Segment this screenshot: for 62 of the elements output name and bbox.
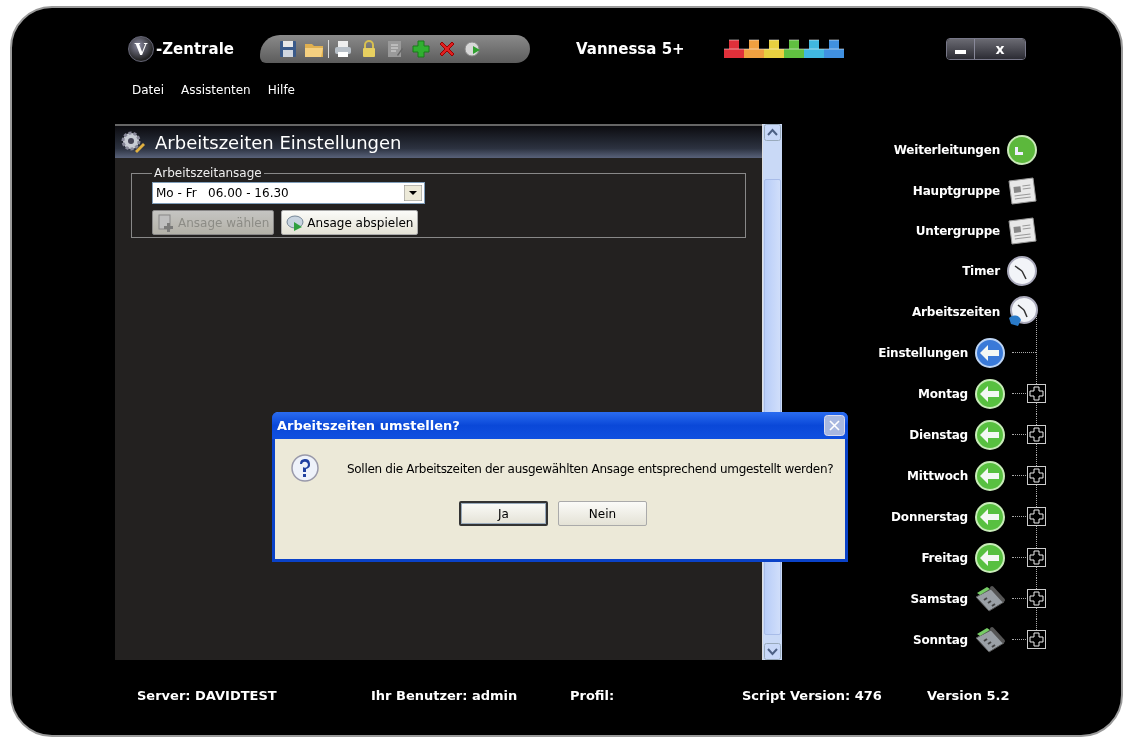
scroll-up-icon[interactable] [764, 124, 781, 141]
expand-plus-icon[interactable] [1027, 548, 1046, 568]
scroll-down-icon[interactable] [764, 643, 781, 660]
arrow-left-icon[interactable] [974, 459, 1006, 492]
question-icon [289, 453, 321, 485]
expand-plus-icon[interactable] [1027, 425, 1046, 445]
status-text: Ihr Benutzer: admin [371, 688, 519, 703]
notepad-icon[interactable] [385, 39, 405, 59]
expand-plus-icon[interactable] [1027, 507, 1046, 527]
nav-item[interactable]: Hauptgruppe [912, 183, 1000, 198]
logo-badge: V [128, 36, 154, 62]
nav-item[interactable]: Arbeitszeiten [912, 304, 1000, 319]
expand-plus-icon[interactable] [1027, 466, 1046, 486]
menu-item[interactable]: Hilfe [267, 83, 295, 97]
newspaper-icon[interactable] [1006, 174, 1038, 207]
newspaper-icon[interactable] [1006, 215, 1038, 247]
status-text: Version 5.2 [927, 688, 1010, 703]
menu-item[interactable]: Datei [132, 83, 164, 97]
arrow-left-icon[interactable] [974, 336, 1006, 369]
close-icon[interactable] [824, 415, 845, 436]
nav-item[interactable]: Montag [918, 386, 968, 401]
app-title: -Zentrale [156, 40, 235, 58]
nav-item[interactable]: Sonntag [913, 632, 968, 647]
nav-item[interactable]: Dienstag [909, 427, 968, 442]
status-text: Script Version: 476 [742, 688, 883, 703]
expand-plus-icon[interactable] [1027, 384, 1046, 404]
arrow-left-icon[interactable] [974, 377, 1006, 410]
expand-plus-icon[interactable] [1027, 630, 1046, 650]
gear-icon [119, 129, 145, 155]
clock-icon[interactable] [1006, 255, 1038, 288]
panel-title: Arbeitszeiten Einstellungen [155, 131, 402, 153]
nav-item[interactable]: Weiterleitungen [893, 143, 1000, 158]
expand-plus-icon[interactable] [1027, 589, 1046, 609]
clock-icon[interactable] [1006, 295, 1038, 328]
arrow-left-icon[interactable] [974, 500, 1006, 533]
nav-item[interactable]: Mittwoch [907, 468, 968, 483]
dialog-title: Arbeitszeiten umstellen? [277, 418, 460, 433]
nav-item[interactable]: Einstellungen [878, 345, 968, 360]
status-text: Profil: [570, 688, 616, 703]
close-button[interactable]: x [975, 39, 1025, 59]
arrow-left-icon[interactable] [974, 418, 1006, 451]
no-button[interactable]: Nein [558, 501, 647, 526]
status-text: Server: DAVIDTEST [137, 688, 278, 703]
nav-item[interactable]: Untergruppe [915, 224, 1000, 238]
document-plus-icon [157, 213, 175, 232]
nav-item[interactable]: Freitag [921, 550, 968, 565]
nav-item[interactable]: Donnerstag [891, 509, 968, 524]
arrow-left-icon[interactable] [974, 541, 1006, 574]
menu-item[interactable]: Assistenten [181, 83, 251, 97]
clock-play-icon[interactable] [463, 39, 483, 59]
yes-button[interactable]: Ja [459, 501, 548, 526]
minimize-button[interactable] [947, 39, 975, 59]
play-button[interactable]: Ansage abspielen [281, 210, 419, 235]
dropdown-arrow-icon[interactable] [404, 185, 422, 201]
printer-icon[interactable] [333, 39, 353, 59]
group-label: Arbeitszeitansage [153, 166, 263, 180]
nav-item[interactable]: Samstag [910, 591, 968, 606]
dialog-message: Sollen die Arbeitszeiten der ausgewählten Ansage entsprechend umgestellt werden? [347, 462, 834, 476]
dropdown[interactable]: Mo - Fr 06.00 - 16.30 [152, 182, 425, 204]
product-name: Vannessa 5+ [576, 40, 686, 58]
nav-item[interactable]: Timer [962, 264, 1000, 279]
speech-play-icon [286, 213, 305, 232]
